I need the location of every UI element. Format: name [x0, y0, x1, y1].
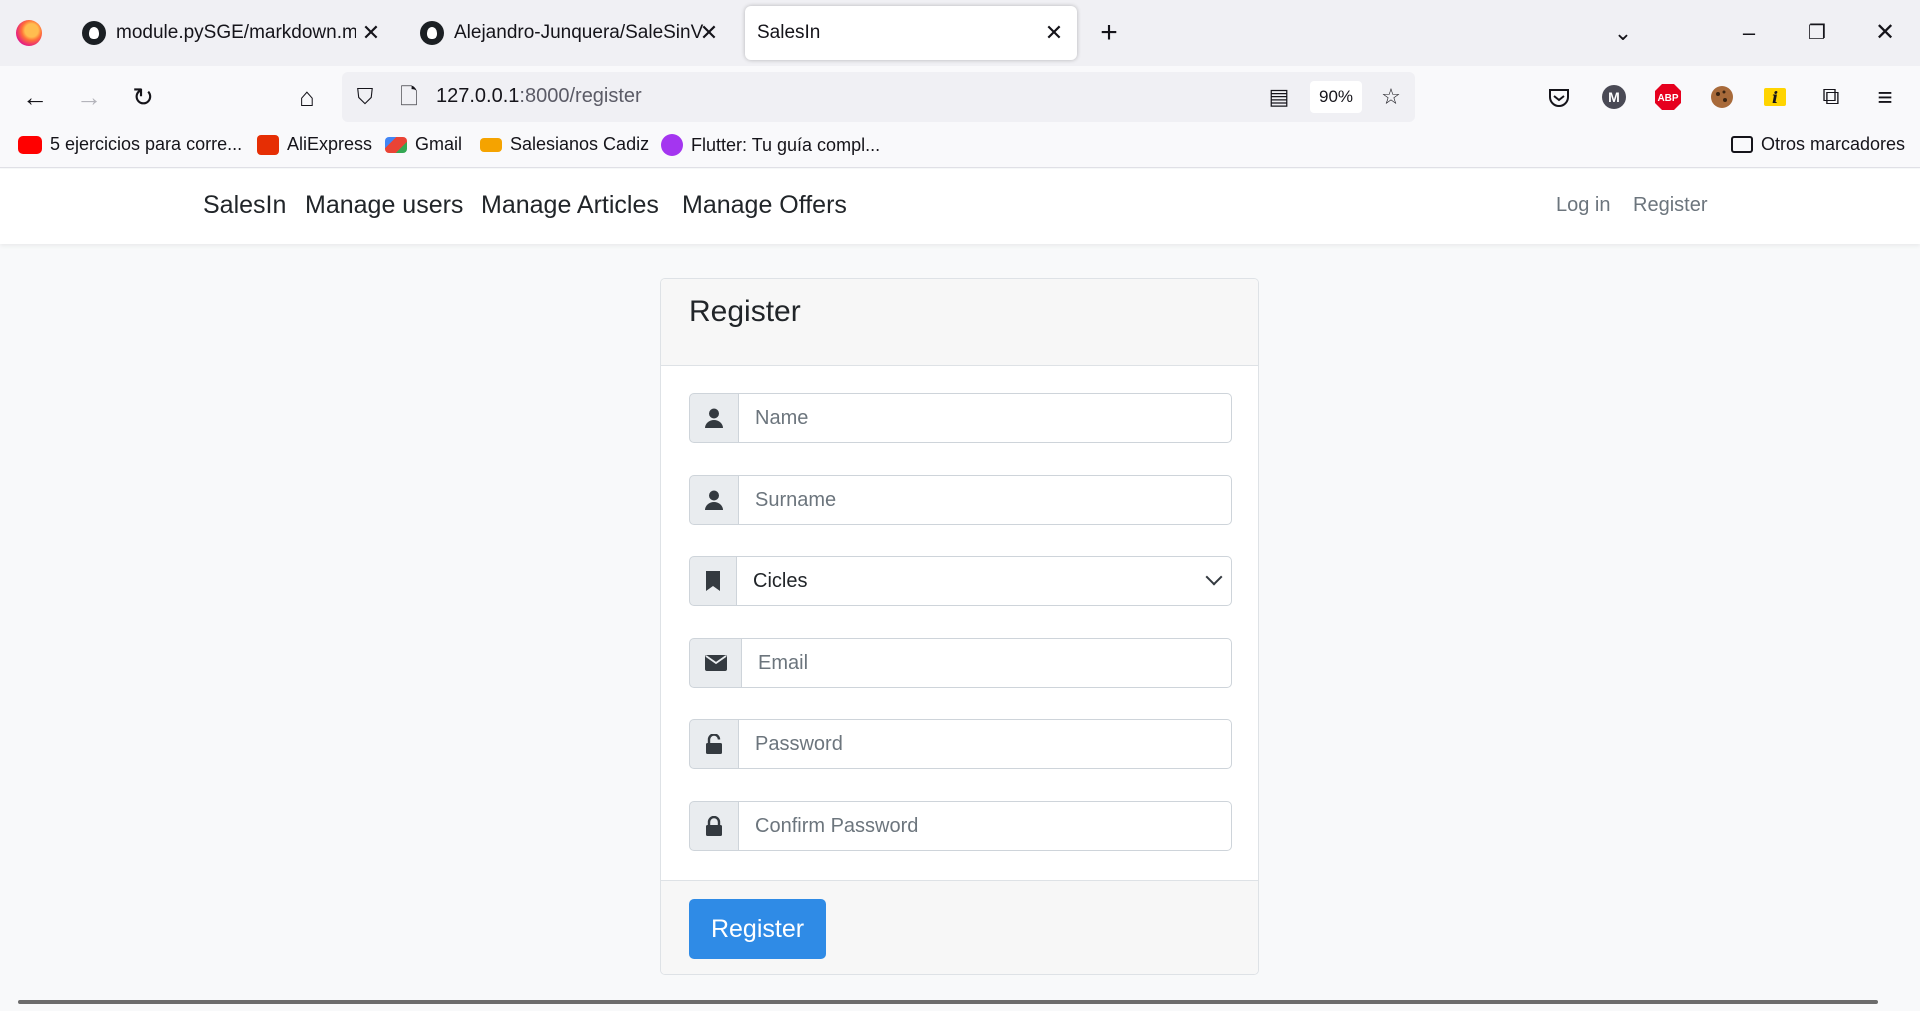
cookie-icon[interactable] — [1705, 80, 1739, 114]
card-header: Register — [661, 279, 1258, 366]
lock-icon — [689, 801, 739, 851]
tab-title: SalesIn — [757, 22, 821, 43]
close-tab-icon[interactable]: ✕ — [1041, 20, 1067, 46]
name-input-group — [689, 393, 1232, 443]
card-footer: Register — [661, 880, 1258, 974]
tab-title: Alejandro-Junquera/SaleSinV2 — [454, 22, 704, 43]
user-icon — [689, 475, 739, 525]
url-host: 127.0.0.1 — [436, 85, 520, 107]
bookmark-label: Salesianos Cadiz — [510, 134, 650, 154]
nav-register[interactable]: Register — [1633, 194, 1707, 217]
bookmark-icon — [689, 556, 737, 606]
svg-text:M: M — [1608, 89, 1620, 105]
bookmark-item[interactable]: Salesianos Cadiz — [480, 134, 649, 155]
bookmark-label: Flutter: Tu guía compl... — [691, 134, 881, 155]
tab-title: module.pySGE/markdown.md a — [116, 22, 356, 43]
adblock-plus-icon[interactable]: ABP — [1651, 80, 1685, 114]
bookmark-label: AliExpress — [287, 134, 373, 154]
forward-icon[interactable]: → — [70, 78, 108, 116]
svg-text:i: i — [1772, 88, 1778, 107]
register-card: Register Cicles — [660, 278, 1259, 975]
minimize-icon[interactable]: – — [1732, 16, 1766, 50]
window-close-icon[interactable]: ✕ — [1868, 16, 1902, 50]
github-icon — [82, 21, 106, 45]
nav-manage-users[interactable]: Manage users — [305, 191, 463, 220]
bookmark-item[interactable]: Flutter: Tu guía compl... — [661, 134, 880, 156]
nav-manage-offers[interactable]: Manage Offers — [682, 191, 847, 220]
user-icon — [689, 393, 739, 443]
youtube-icon — [18, 135, 42, 154]
bookmark-label: 5 ejercicios para corre... — [50, 134, 243, 154]
cicles-select[interactable]: Cicles — [737, 556, 1232, 606]
github-icon — [420, 21, 444, 45]
extension-yellow-icon[interactable]: i — [1758, 80, 1792, 114]
reader-view-icon[interactable]: ▤ — [1260, 78, 1298, 116]
cicles-select-wrapper: Cicles — [737, 556, 1232, 606]
horizontal-scrollbar[interactable] — [18, 1000, 1878, 1004]
browser-toolbar: ← → ↻ ⌂ ⛉ 🗋 127.0.0.1:8000/register ▤ 90… — [0, 66, 1920, 128]
surname-input[interactable] — [739, 475, 1232, 525]
list-all-tabs-icon[interactable]: ⌄ — [1606, 16, 1640, 50]
url-bar[interactable]: ⛉ 🗋 127.0.0.1:8000/register ▤ 90% ☆ — [342, 72, 1415, 122]
bookmark-item[interactable]: AliExpress — [257, 134, 372, 155]
bookmark-star-icon[interactable]: ☆ — [1372, 78, 1410, 116]
nav-log-in[interactable]: Log in — [1556, 194, 1611, 217]
extensions-puzzle-icon[interactable]: ⧉ — [1812, 78, 1850, 116]
tab-salesinv2-repo[interactable]: Alejandro-Junquera/SaleSinV2 ✕ — [412, 6, 732, 60]
new-tab-icon[interactable]: + — [1092, 16, 1126, 50]
bookmark-label: Gmail — [415, 134, 463, 154]
brand-link[interactable]: SalesIn — [203, 191, 286, 220]
url-text[interactable]: 127.0.0.1:8000/register — [436, 85, 642, 108]
confirm-password-input[interactable] — [739, 801, 1232, 851]
password-input[interactable] — [739, 719, 1232, 769]
account-m-icon[interactable]: M — [1597, 80, 1631, 114]
email-input[interactable] — [742, 638, 1232, 688]
firefox-icon[interactable] — [16, 20, 42, 46]
register-submit-button[interactable]: Register — [689, 899, 826, 959]
gmail-icon — [385, 136, 407, 153]
nav-manage-articles[interactable]: Manage Articles — [481, 191, 659, 220]
other-bookmarks[interactable]: Otros marcadores — [1731, 134, 1905, 155]
aliexpress-icon — [257, 134, 279, 155]
back-icon[interactable]: ← — [16, 78, 54, 116]
reload-icon[interactable]: ↻ — [124, 78, 162, 116]
bookmarks-bar: 5 ejercicios para corre... AliExpress Gm… — [0, 128, 1920, 168]
url-path: :8000/register — [519, 85, 642, 107]
tab-module-pysge[interactable]: module.pySGE/markdown.md a ✕ — [74, 6, 394, 60]
site-navbar: SalesIn Manage users Manage Articles Man… — [0, 169, 1920, 244]
home-icon[interactable]: ⌂ — [288, 78, 326, 116]
password-input-group — [689, 719, 1232, 769]
restore-icon[interactable]: ❐ — [1800, 16, 1834, 50]
svg-text:ABP: ABP — [1657, 93, 1678, 104]
browser-tab-strip: module.pySGE/markdown.md a ✕ Alejandro-J… — [0, 0, 1920, 66]
bookmark-item[interactable]: 5 ejercicios para corre... — [18, 134, 242, 155]
udemy-icon — [661, 134, 683, 156]
name-input[interactable] — [739, 393, 1232, 443]
close-tab-icon[interactable]: ✕ — [358, 20, 384, 46]
folder-icon — [1731, 136, 1753, 153]
other-bookmarks-label: Otros marcadores — [1761, 134, 1906, 154]
surname-input-group — [689, 475, 1232, 525]
page-info-icon[interactable]: 🗋 — [390, 78, 428, 116]
page-title: Register — [689, 295, 801, 328]
salesianos-icon — [480, 137, 502, 152]
envelope-icon — [689, 638, 742, 688]
confirm-password-input-group — [689, 801, 1232, 851]
email-input-group — [689, 638, 1232, 688]
shield-icon[interactable]: ⛉ — [346, 78, 384, 116]
menu-hamburger-icon[interactable]: ≡ — [1866, 78, 1904, 116]
pocket-icon[interactable] — [1542, 80, 1576, 114]
bookmark-item[interactable]: Gmail — [385, 134, 462, 155]
zoom-level[interactable]: 90% — [1310, 81, 1362, 113]
unlock-icon — [689, 719, 739, 769]
tab-salesin[interactable]: SalesIn ✕ — [745, 6, 1077, 60]
cicles-input-group: Cicles — [689, 556, 1232, 606]
register-form: Cicles — [661, 366, 1258, 881]
close-tab-icon[interactable]: ✕ — [696, 20, 722, 46]
